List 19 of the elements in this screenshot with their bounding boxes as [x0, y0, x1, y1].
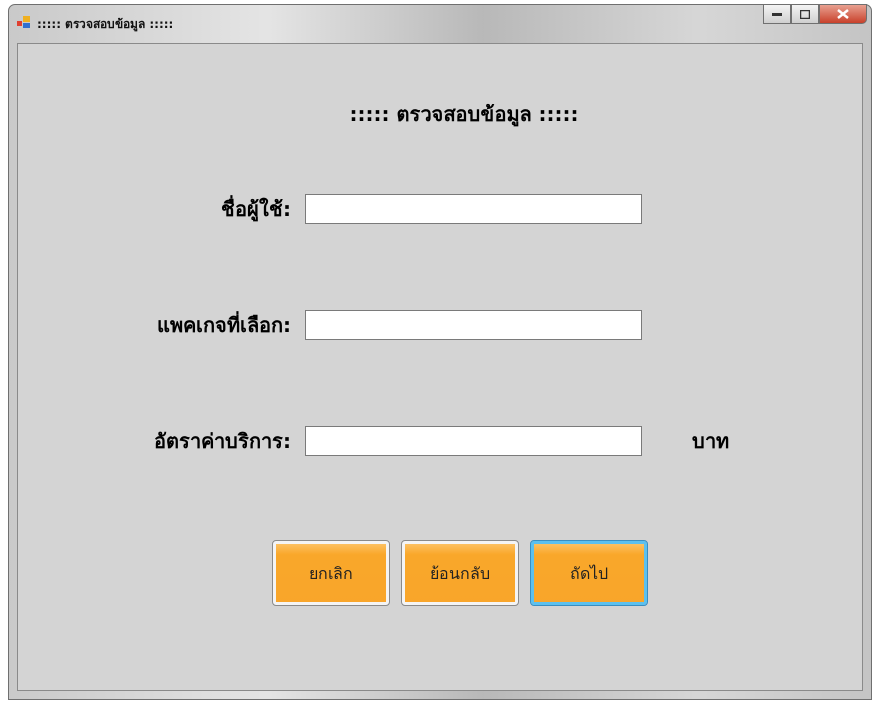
window-title: ::::: ตรวจสอบข้อมูล ::::: [37, 16, 174, 33]
field-label: ชื่อผู้ใช้: [221, 194, 291, 224]
action-button[interactable]: ถัดไป [531, 541, 647, 605]
minimize-button[interactable] [763, 4, 791, 24]
form-heading: ::::: ตรวจสอบข้อมูล ::::: [350, 101, 578, 128]
unit-label: บาท [692, 428, 730, 455]
maximize-button[interactable] [791, 4, 819, 24]
maximize-icon [800, 10, 810, 18]
action-button[interactable]: ย้อนกลับ [402, 541, 518, 605]
app-icon [17, 15, 31, 29]
input-field[interactable] [305, 426, 642, 456]
minimize-icon [772, 12, 782, 16]
action-button[interactable]: ยกเลิก [273, 541, 389, 605]
field-label: อัตราค่าบริการ: [154, 428, 291, 455]
field-label: แพคเกจที่เลือก: [157, 310, 291, 339]
close-icon [837, 9, 849, 19]
close-button[interactable] [819, 4, 867, 24]
input-field[interactable] [305, 310, 642, 340]
input-field[interactable] [305, 194, 642, 224]
